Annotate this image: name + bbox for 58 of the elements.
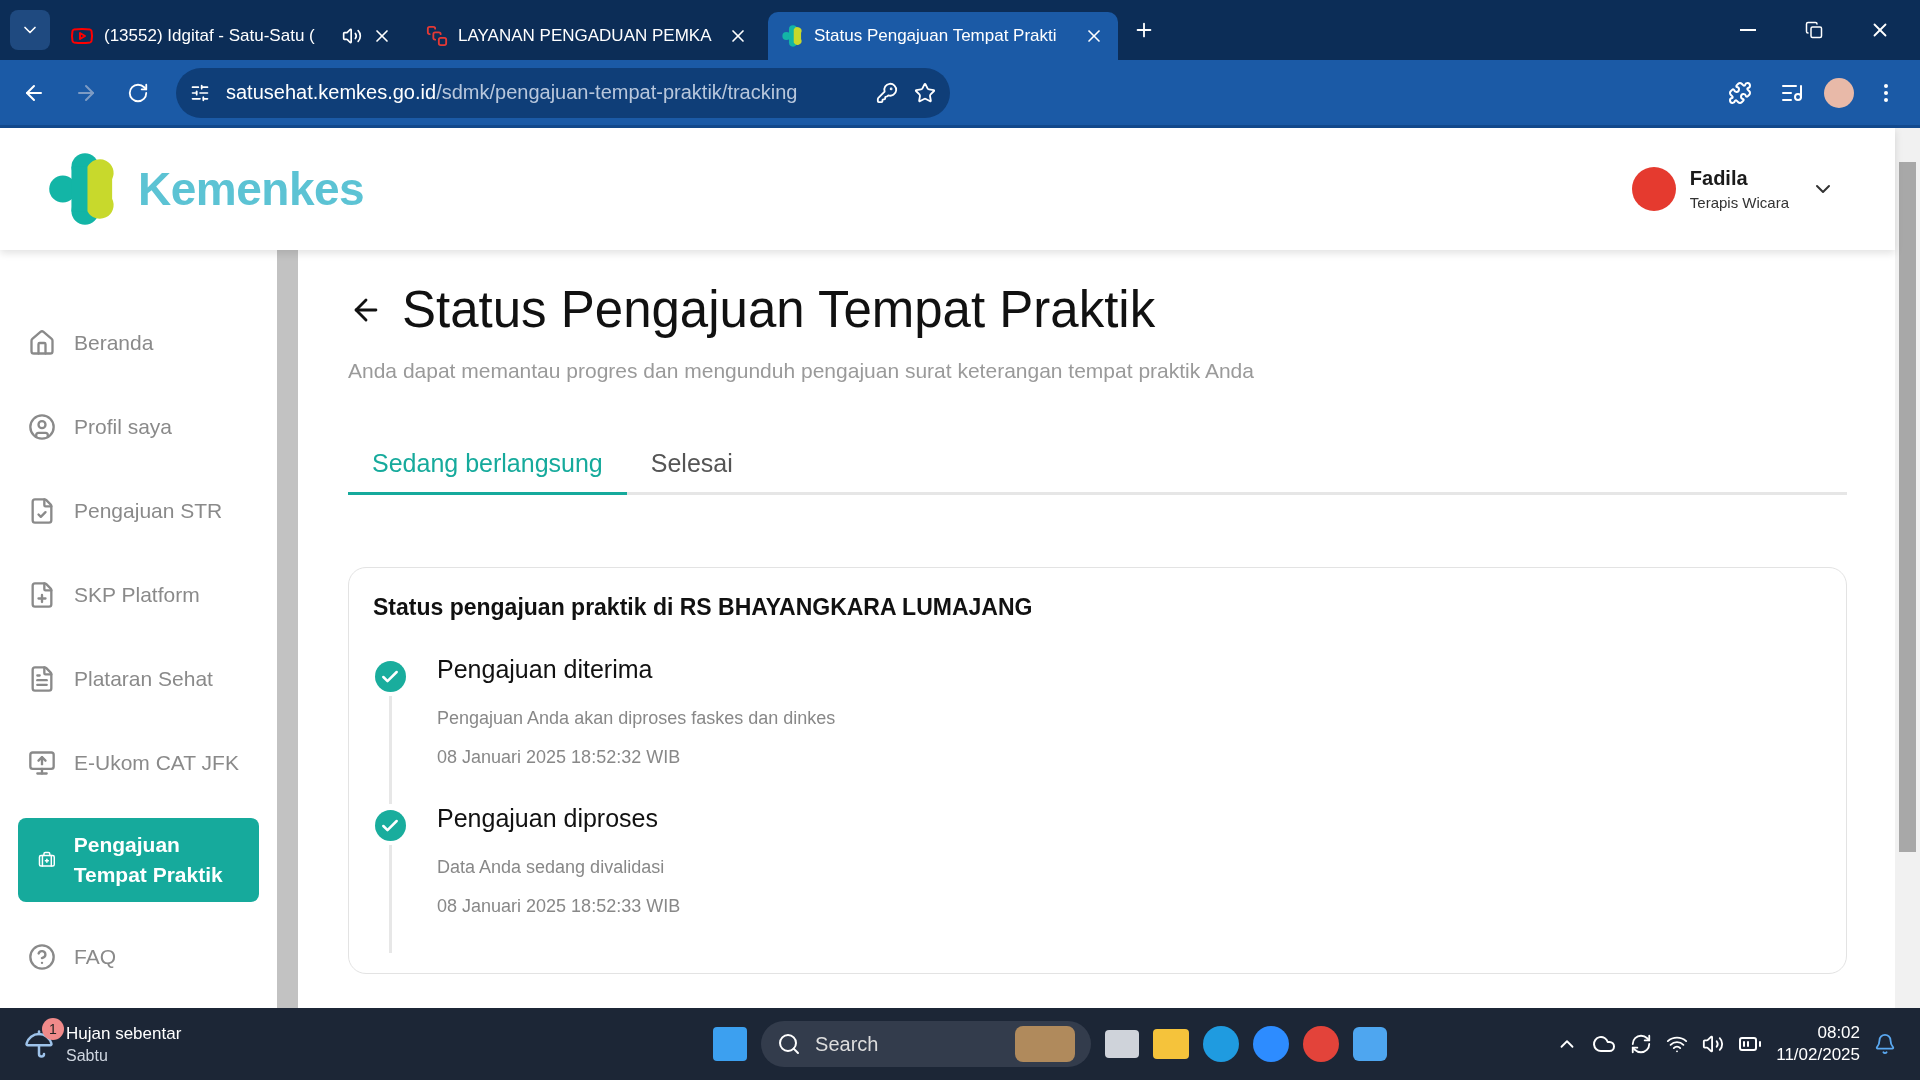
search-icon: [777, 1032, 802, 1056]
tab[interactable]: Sedang berlangsung: [348, 449, 627, 495]
home-icon: [28, 329, 56, 357]
site-settings-icon[interactable]: [190, 82, 210, 103]
reload-icon: [127, 81, 149, 104]
logo-text: Kemenkes: [138, 162, 365, 216]
sidebar-item[interactable]: FAQ: [18, 928, 259, 986]
photo-placeholder: [1015, 1026, 1076, 1062]
browser-tab[interactable]: (13552) Idgitaf - Satu-Satu (: [56, 12, 406, 60]
sidebar-item[interactable]: Plataran Sehat: [18, 650, 259, 708]
sidebar-item[interactable]: Profil saya: [18, 398, 259, 456]
puzzle-icon: [1728, 80, 1752, 105]
user-role: Terapis Wicara: [1689, 194, 1789, 211]
tab-title: LAYANAN PENGADUAN PEMKA: [458, 26, 713, 46]
search-field[interactable]: Search: [761, 1021, 1092, 1067]
sidebar-item[interactable]: Pengajuan Tempat Praktik: [18, 818, 259, 902]
profile-avatar[interactable]: [1824, 77, 1854, 108]
step-time: 08 Januari 2025 18:52:32 WIB: [437, 747, 682, 768]
weather-title: Hujan sebentar: [66, 1023, 182, 1044]
step-description: Data Anda sedang divalidasi: [437, 857, 666, 878]
step-time: 08 Januari 2025 18:52:33 WIB: [437, 896, 681, 917]
star-icon[interactable]: [914, 81, 936, 104]
clover-icon: [782, 25, 804, 47]
clock-date: 11/02/2025: [1776, 1044, 1860, 1066]
clock-time: 08:02: [1816, 1022, 1860, 1044]
user-avatar: [1631, 167, 1676, 211]
help-icon: [28, 943, 56, 971]
sidebar-item[interactable]: Pengajuan STR: [18, 482, 259, 540]
more-icon: [1884, 83, 1888, 102]
step-title: Pengajuan diproses: [437, 804, 659, 833]
sidebar-scrollbar[interactable]: [277, 250, 298, 1008]
bell-icon[interactable]: [1874, 1033, 1896, 1055]
user-name: Fadila: [1689, 167, 1749, 190]
page-subtitle: Anda dapat memantau progres dan mengunduh pengajuan surat keterangan tempat praktik Anda: [348, 359, 1255, 383]
key-icon[interactable]: [876, 81, 898, 104]
sidebar-item[interactable]: E-Ukom CAT JFK: [18, 734, 259, 792]
user-icon: [28, 413, 56, 441]
notification-badge: 1: [42, 1017, 64, 1040]
page-title: Status Pengajuan Tempat Praktik: [402, 280, 1156, 339]
monitor-icon: [28, 749, 56, 777]
page-scrollbar[interactable]: [1895, 128, 1920, 1008]
sync-icon[interactable]: [1630, 1033, 1653, 1055]
card-title: Status pengajuan praktik di RS BHAYANGKARA LUMAJANG: [373, 594, 1034, 621]
browser-tab[interactable]: LAYANAN PENGADUAN PEMKA: [412, 12, 762, 60]
tab[interactable]: Selesai: [626, 449, 757, 495]
url-text: satusehat.kemkes.go.id/sdmk/pengajuan-tempat-praktik/tracking: [226, 81, 798, 104]
volume-icon[interactable]: [1702, 1033, 1725, 1055]
minimize-icon: [1740, 29, 1756, 31]
sidebar-item[interactable]: SKP Platform: [18, 566, 259, 624]
tab-title: (13552) Idgitaf - Satu-Satu (: [104, 26, 316, 46]
weather-day: Sabtu: [66, 1046, 182, 1065]
step-description: Pengajuan Anda akan diproses faskes dan dinkes: [437, 708, 836, 729]
step-title: Pengajuan diterima: [437, 655, 654, 684]
browser-tab[interactable]: Status Pengajuan Tempat Prakti: [768, 12, 1118, 60]
restore-icon: [1805, 21, 1823, 39]
address-bar[interactable]: satusehat.kemkes.go.id/sdmk/pengajuan-tempat-praktik/tracking: [176, 67, 950, 118]
tab-title: Status Pengajuan Tempat Prakti: [814, 26, 1058, 46]
sidebar-item[interactable]: Beranda: [18, 314, 259, 372]
